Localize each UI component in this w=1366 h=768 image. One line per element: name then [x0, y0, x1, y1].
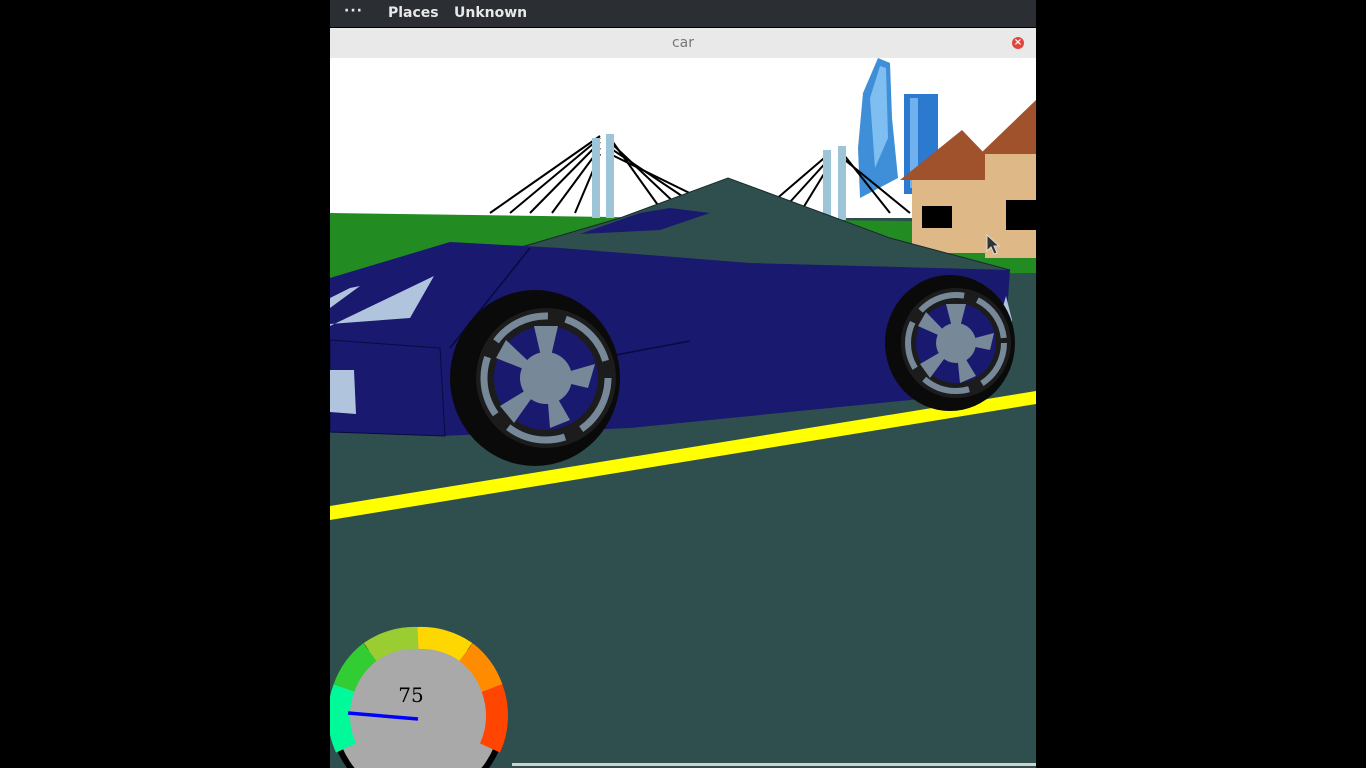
horizontal-scrollbar[interactable]	[512, 763, 1036, 766]
game-canvas[interactable]: 75	[330, 58, 1036, 768]
places-menu[interactable]: Places	[388, 5, 439, 21]
rear-wheel	[885, 275, 1015, 411]
close-icon[interactable]: ×	[1012, 37, 1024, 49]
window-title: car	[671, 35, 695, 51]
car-window: car × 75	[330, 28, 1036, 768]
window-titlebar[interactable]: car ×	[330, 28, 1036, 59]
speed-value: 75	[398, 683, 423, 707]
front-wheel	[450, 290, 620, 466]
app-menu[interactable]: Unknown	[454, 5, 527, 21]
activities-menu[interactable]: ···	[344, 3, 363, 19]
top-panel: ··· Places Unknown	[330, 0, 1036, 27]
